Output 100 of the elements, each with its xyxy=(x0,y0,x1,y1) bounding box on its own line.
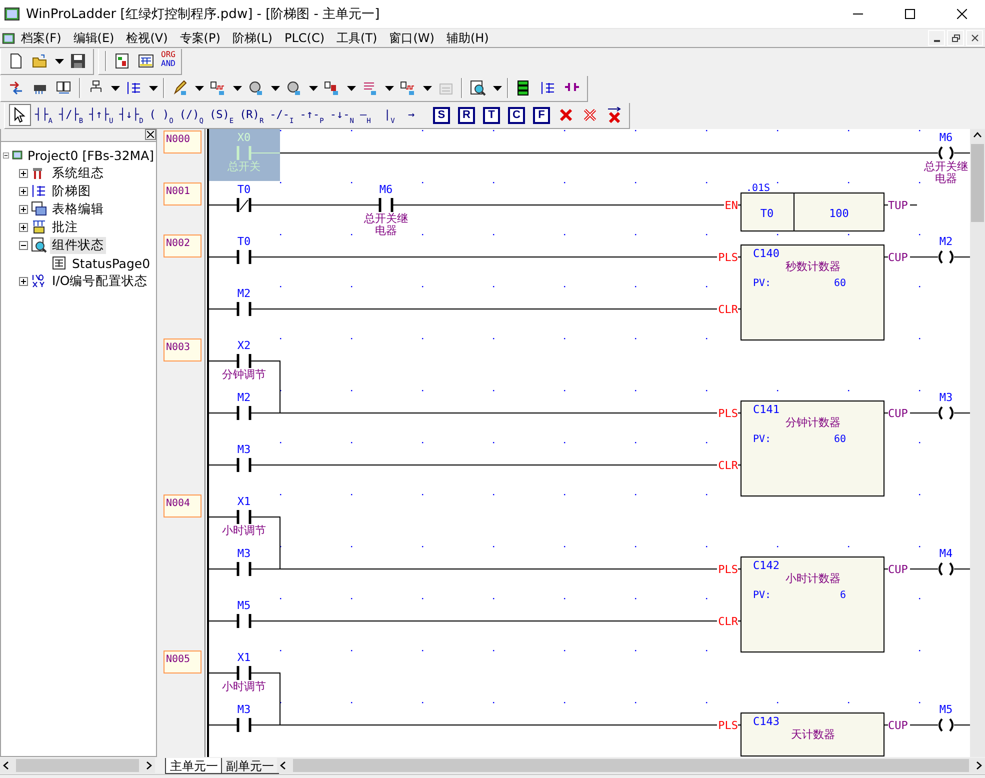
contact[interactable] xyxy=(236,404,252,422)
tree-item[interactable]: 阶梯图 xyxy=(50,182,93,200)
counter-name: C143 xyxy=(753,715,780,728)
timer-block[interactable] xyxy=(740,192,884,232)
expand-icon[interactable] xyxy=(19,276,28,286)
menu-item[interactable]: 档案(F) xyxy=(15,30,68,46)
expand-icon[interactable] xyxy=(19,168,28,178)
restore-icon xyxy=(952,34,960,42)
delete-icon xyxy=(606,107,622,123)
menu-item[interactable]: 工具(T) xyxy=(330,30,384,46)
coil[interactable] xyxy=(938,718,954,732)
contact[interactable] xyxy=(236,560,252,578)
ladder-icon xyxy=(540,80,556,96)
grid-window-icon xyxy=(138,53,154,69)
ladder-window-icon xyxy=(114,53,130,69)
caret-icon xyxy=(148,86,158,90)
preset-label: PV: xyxy=(753,278,772,289)
contact[interactable] xyxy=(236,612,252,630)
device-address: M6 xyxy=(379,183,393,196)
device-address: M2 xyxy=(237,391,251,404)
table-icon xyxy=(31,201,47,217)
contact[interactable] xyxy=(236,196,252,214)
preset-label: PV: xyxy=(753,434,772,445)
contact[interactable] xyxy=(236,664,252,682)
scrollbar-thumb[interactable] xyxy=(293,759,969,772)
menu-item[interactable]: 窗口(W) xyxy=(383,30,440,46)
menu-item[interactable]: 检视(V) xyxy=(120,30,174,46)
preset-value: 6 xyxy=(840,590,846,601)
contact[interactable] xyxy=(236,508,252,526)
ladder-symbol-tool[interactable]: → xyxy=(406,104,428,126)
instruction-tool[interactable]: F xyxy=(532,106,550,124)
pin-label: CLR xyxy=(718,615,738,628)
counter-block[interactable] xyxy=(740,712,884,756)
contact[interactable] xyxy=(236,716,252,734)
menu-item[interactable]: PLC(C) xyxy=(278,31,331,45)
pin-label: CUP xyxy=(888,251,908,264)
tree-item[interactable]: I/O编号配置状态 xyxy=(50,272,150,290)
network-number: N000 xyxy=(164,130,202,154)
transfer-icon xyxy=(8,80,24,96)
pin-label: CUP xyxy=(888,407,908,420)
meter-icon xyxy=(286,80,302,96)
menu-item[interactable]: 辅助(H) xyxy=(440,30,495,46)
contact[interactable] xyxy=(236,352,252,370)
instruction-tool[interactable]: C xyxy=(508,106,525,124)
instruction-tool[interactable]: S xyxy=(432,106,450,124)
tree-item[interactable]: 批注 xyxy=(50,218,80,236)
pane-close-button[interactable] xyxy=(145,129,156,140)
menu-item[interactable]: 专案(P) xyxy=(174,30,226,46)
menu-item[interactable]: 阶梯(L) xyxy=(226,30,278,46)
instruction-tool[interactable]: T xyxy=(482,106,500,124)
plug-icon xyxy=(324,80,340,96)
coil[interactable] xyxy=(938,562,954,576)
instruction-tool[interactable]: R xyxy=(458,106,475,124)
tree-item[interactable]: Project0 [FBs-32MA] xyxy=(26,148,156,162)
scrollbar-thumb[interactable] xyxy=(16,759,140,772)
counter-block[interactable] xyxy=(740,244,884,340)
coil[interactable] xyxy=(938,146,954,160)
pencil-icon xyxy=(172,80,188,96)
tree-item[interactable]: 表格编辑 xyxy=(50,200,106,218)
horizontal-scrollbar[interactable] xyxy=(277,758,985,773)
caret-icon xyxy=(232,86,242,90)
ladder-icon xyxy=(126,80,142,96)
expand-icon[interactable] xyxy=(19,204,28,214)
timer-preset: 100 xyxy=(829,207,849,220)
restore-button[interactable] xyxy=(947,30,964,46)
expand-icon[interactable] xyxy=(19,222,28,232)
tree-item[interactable]: 系统组态 xyxy=(50,164,106,182)
pin-label: EN xyxy=(724,199,738,212)
folder-icon xyxy=(32,53,48,69)
tree-item[interactable]: StatusPage0 xyxy=(70,256,152,270)
sheet-tab[interactable]: 主单元一 xyxy=(165,758,224,774)
tree-item[interactable]: 组件状态 xyxy=(50,236,106,254)
contact[interactable] xyxy=(236,456,252,474)
counter-block[interactable] xyxy=(740,400,884,496)
org-and-button[interactable]: ORG AND xyxy=(159,50,178,72)
maximize-icon xyxy=(905,9,915,19)
preset-value: 60 xyxy=(834,434,846,445)
collapse-icon[interactable] xyxy=(19,240,28,250)
ladder-canvas[interactable] xyxy=(161,129,970,757)
vertical-scrollbar[interactable] xyxy=(970,129,985,757)
contact[interactable] xyxy=(236,248,252,266)
coil[interactable] xyxy=(938,250,954,264)
pointer-tool[interactable] xyxy=(9,104,31,126)
menu-item[interactable]: 编辑(E) xyxy=(67,30,120,46)
pin-label: PLS xyxy=(718,563,738,576)
caret-icon xyxy=(308,86,318,90)
ladder-icon xyxy=(31,183,47,199)
contact[interactable] xyxy=(236,300,252,318)
counter-block[interactable] xyxy=(740,556,884,652)
sheet-tab[interactable]: 副单元一 xyxy=(221,758,280,774)
expand-icon[interactable] xyxy=(19,186,28,196)
minimize-button[interactable] xyxy=(928,30,945,46)
horizontal-scrollbar[interactable] xyxy=(0,758,156,773)
scrollbar-thumb[interactable] xyxy=(971,144,984,222)
close-button[interactable] xyxy=(966,30,983,46)
collapse-icon[interactable] xyxy=(3,150,9,160)
counter-name: C142 xyxy=(753,559,780,572)
coil[interactable] xyxy=(938,406,954,420)
cursor-icon xyxy=(12,107,28,123)
contact[interactable] xyxy=(378,196,394,214)
